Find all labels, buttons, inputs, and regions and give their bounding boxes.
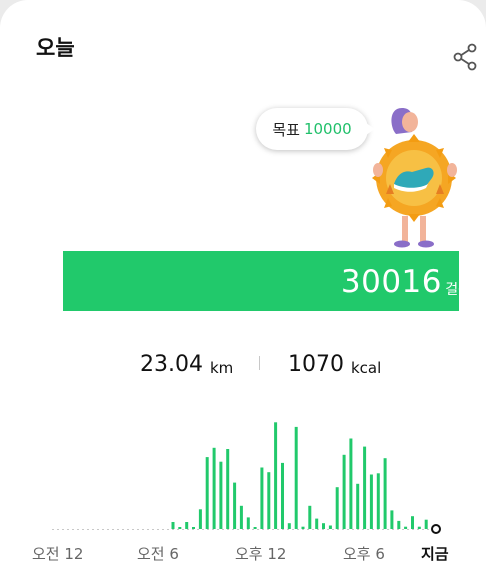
goal-bubble: 목표 10000 xyxy=(256,108,375,150)
chart-bar xyxy=(383,458,387,529)
chart-bar xyxy=(212,447,216,529)
chart-bar xyxy=(253,527,257,529)
chart-bar xyxy=(328,525,332,529)
x-tick-label: 오전 12 xyxy=(32,545,84,563)
step-count: 30016 xyxy=(340,264,442,300)
today-card: 오늘 목표 10000 30016 걸음 23.04 km 1070 kcal … xyxy=(0,0,486,572)
chart-bar xyxy=(198,509,202,529)
chart-bar xyxy=(335,487,339,529)
stats-row: 23.04 km 1070 kcal xyxy=(0,352,486,382)
chart-bar xyxy=(287,523,291,529)
chart-bar xyxy=(171,522,175,529)
chart-bar xyxy=(369,474,373,529)
chart-bar xyxy=(219,461,223,529)
x-tick-label: 오전 6 xyxy=(137,545,179,563)
chart-bar xyxy=(315,518,319,529)
chart-bar xyxy=(356,483,360,529)
chart-bar xyxy=(417,526,421,529)
chart-bar xyxy=(397,520,401,529)
now-marker xyxy=(431,524,441,534)
page-title: 오늘 xyxy=(36,36,75,60)
chart-bar xyxy=(185,522,189,529)
x-tick-label: 오후 6 xyxy=(343,545,385,563)
x-tick-label: 지금 xyxy=(421,545,449,563)
distance-unit: km xyxy=(210,359,234,377)
chart-bar xyxy=(363,446,367,529)
x-tick-label: 오후 12 xyxy=(235,545,287,563)
goal-label: 목표 xyxy=(272,120,300,139)
chart-bar xyxy=(294,426,298,529)
chart-bar xyxy=(342,454,346,529)
distance-value: 23.04 xyxy=(140,352,203,377)
chart-bar xyxy=(281,462,284,529)
chart-bar xyxy=(301,526,305,529)
chart-bar xyxy=(205,457,209,529)
chart-bar xyxy=(233,482,237,529)
chart-bar xyxy=(246,517,250,529)
chart-bar xyxy=(404,526,408,529)
chart-bar xyxy=(322,523,325,529)
step-unit: 걸음 xyxy=(445,282,471,298)
chart-bar xyxy=(192,527,195,529)
calories-unit: kcal xyxy=(351,359,382,377)
chart-bar xyxy=(178,527,182,529)
goal-value: 10000 xyxy=(303,120,352,138)
chart-bar xyxy=(239,505,243,529)
chart-bar xyxy=(424,519,428,529)
stats-divider xyxy=(259,356,260,370)
chart-bar xyxy=(390,510,394,529)
calories-value: 1070 xyxy=(288,352,344,377)
share-icon[interactable] xyxy=(450,42,480,72)
chart-bar xyxy=(267,472,271,529)
chart-bar xyxy=(274,422,278,529)
chart-bar xyxy=(376,473,380,529)
chart-bar xyxy=(308,505,312,529)
chart-bar xyxy=(260,467,264,529)
chart-bar xyxy=(411,516,414,529)
chart-bar xyxy=(349,438,353,529)
walking-mascot-illustration xyxy=(372,108,457,248)
chart-bar xyxy=(226,449,230,529)
